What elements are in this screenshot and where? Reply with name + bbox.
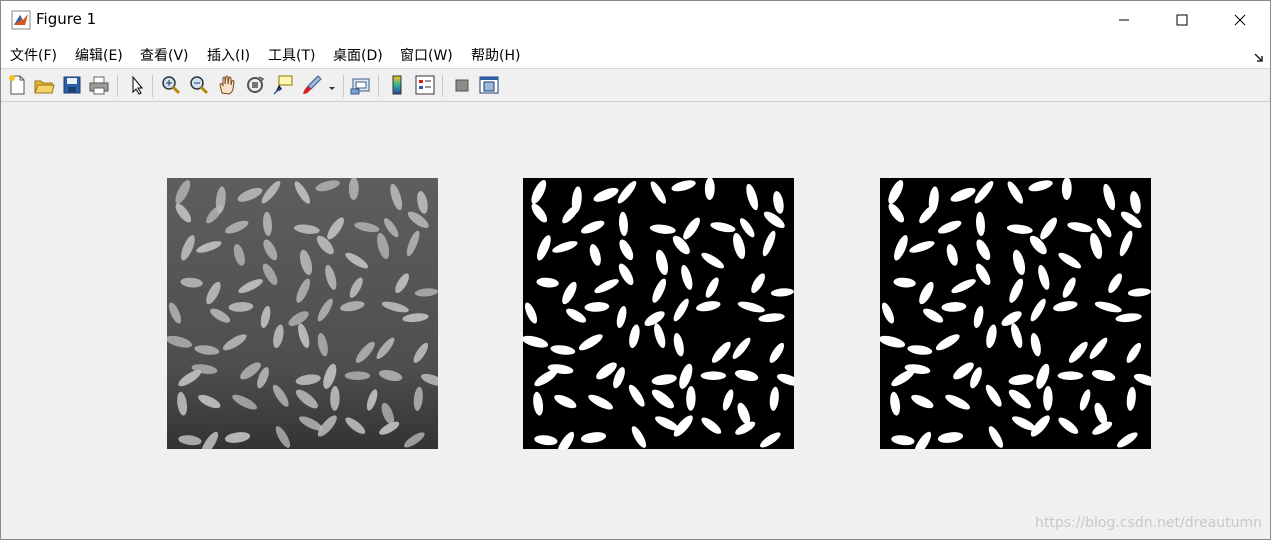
toolbar-separator bbox=[378, 75, 379, 97]
zoom-out-icon[interactable] bbox=[187, 73, 211, 97]
menu-tools[interactable]: 工具(T) bbox=[268, 45, 315, 65]
close-icon bbox=[1234, 14, 1246, 25]
toolbar-separator bbox=[117, 75, 118, 97]
minimize-icon bbox=[1119, 19, 1129, 20]
toolbar-separator bbox=[442, 75, 443, 97]
edit-plot-arrow-icon[interactable] bbox=[125, 73, 149, 97]
figure-window: Figure 1 文件(F) 编辑(E) 查看(V) 插入(I) 工具(T) 桌… bbox=[0, 0, 1271, 540]
axes-binary-image-1[interactable] bbox=[521, 177, 801, 456]
axes-grayscale-image[interactable] bbox=[165, 177, 445, 456]
figure-canvas[interactable]: https://blog.csdn.net/dreautumn bbox=[1, 102, 1270, 539]
binary-rice-image-1 bbox=[521, 177, 801, 456]
menu-bar: 文件(F) 编辑(E) 查看(V) 插入(I) 工具(T) 桌面(D) 窗口(W… bbox=[1, 38, 1270, 69]
brush-icon[interactable] bbox=[300, 73, 324, 97]
figure-toolbar bbox=[1, 69, 1270, 102]
save-icon[interactable] bbox=[60, 73, 84, 97]
rice-grain bbox=[344, 371, 371, 380]
chevron-down-icon[interactable] bbox=[325, 73, 339, 97]
open-file-icon[interactable] bbox=[32, 73, 56, 97]
menu-view[interactable]: 查看(V) bbox=[140, 45, 189, 65]
show-plot-tools-icon[interactable] bbox=[477, 73, 501, 97]
zoom-in-icon[interactable] bbox=[159, 73, 183, 97]
new-figure-icon[interactable] bbox=[5, 73, 29, 97]
link-plot-icon[interactable] bbox=[349, 73, 373, 97]
toolbar-separator bbox=[343, 75, 344, 97]
print-icon[interactable] bbox=[87, 73, 111, 97]
menu-desktop[interactable]: 桌面(D) bbox=[333, 45, 383, 65]
grayscale-rice-image bbox=[165, 177, 445, 456]
axes-binary-image-2[interactable] bbox=[878, 177, 1158, 456]
maximize-button[interactable] bbox=[1153, 1, 1211, 38]
minimize-button[interactable] bbox=[1095, 1, 1153, 38]
binary-rice-image-2 bbox=[878, 177, 1158, 456]
menu-file[interactable]: 文件(F) bbox=[10, 45, 57, 65]
title-bar[interactable]: Figure 1 bbox=[1, 1, 1270, 38]
maximize-icon bbox=[1176, 14, 1188, 25]
toolbar-separator bbox=[152, 75, 153, 97]
menu-edit[interactable]: 编辑(E) bbox=[75, 45, 123, 65]
data-cursor-icon[interactable] bbox=[271, 73, 295, 97]
pan-hand-icon[interactable] bbox=[215, 73, 239, 97]
close-button[interactable] bbox=[1211, 1, 1269, 38]
rice-grain bbox=[700, 371, 727, 380]
hide-plot-tools-icon[interactable] bbox=[450, 73, 474, 97]
insert-legend-icon[interactable] bbox=[413, 73, 437, 97]
menu-insert[interactable]: 插入(I) bbox=[207, 45, 250, 65]
watermark: https://blog.csdn.net/dreautumn bbox=[1034, 515, 1262, 531]
rotate-3d-icon[interactable] bbox=[243, 73, 267, 97]
dock-figure-icon[interactable] bbox=[1254, 48, 1264, 62]
rice-grain bbox=[1057, 371, 1084, 380]
insert-colorbar-icon[interactable] bbox=[385, 73, 409, 97]
menu-window[interactable]: 窗口(W) bbox=[400, 45, 453, 65]
matlab-icon bbox=[11, 10, 31, 30]
menu-help[interactable]: 帮助(H) bbox=[471, 45, 520, 65]
window-title: Figure 1 bbox=[36, 10, 97, 28]
